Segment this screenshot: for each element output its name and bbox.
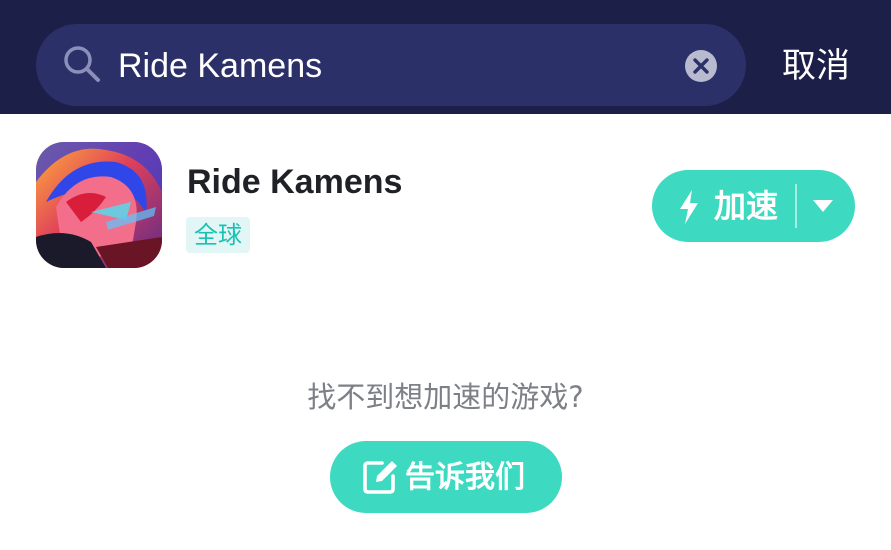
search-icon: [64, 46, 100, 82]
chevron-down-icon[interactable]: [812, 199, 834, 213]
lightning-bolt-icon: [680, 190, 698, 224]
search-input[interactable]: Ride Kamens: [118, 42, 322, 90]
accelerate-label: 加速: [714, 187, 779, 225]
game-title: Ride Kamens: [187, 163, 403, 201]
cancel-button[interactable]: 取消: [782, 44, 850, 88]
edit-icon: [363, 461, 397, 494]
button-divider: [795, 184, 797, 228]
game-app-icon[interactable]: [36, 142, 162, 268]
clear-icon[interactable]: [684, 49, 718, 83]
region-tag: 全球: [186, 217, 250, 253]
not-found-prompt: 找不到想加速的游戏?: [307, 380, 584, 414]
tell-us-label: 告诉我们: [405, 460, 525, 495]
